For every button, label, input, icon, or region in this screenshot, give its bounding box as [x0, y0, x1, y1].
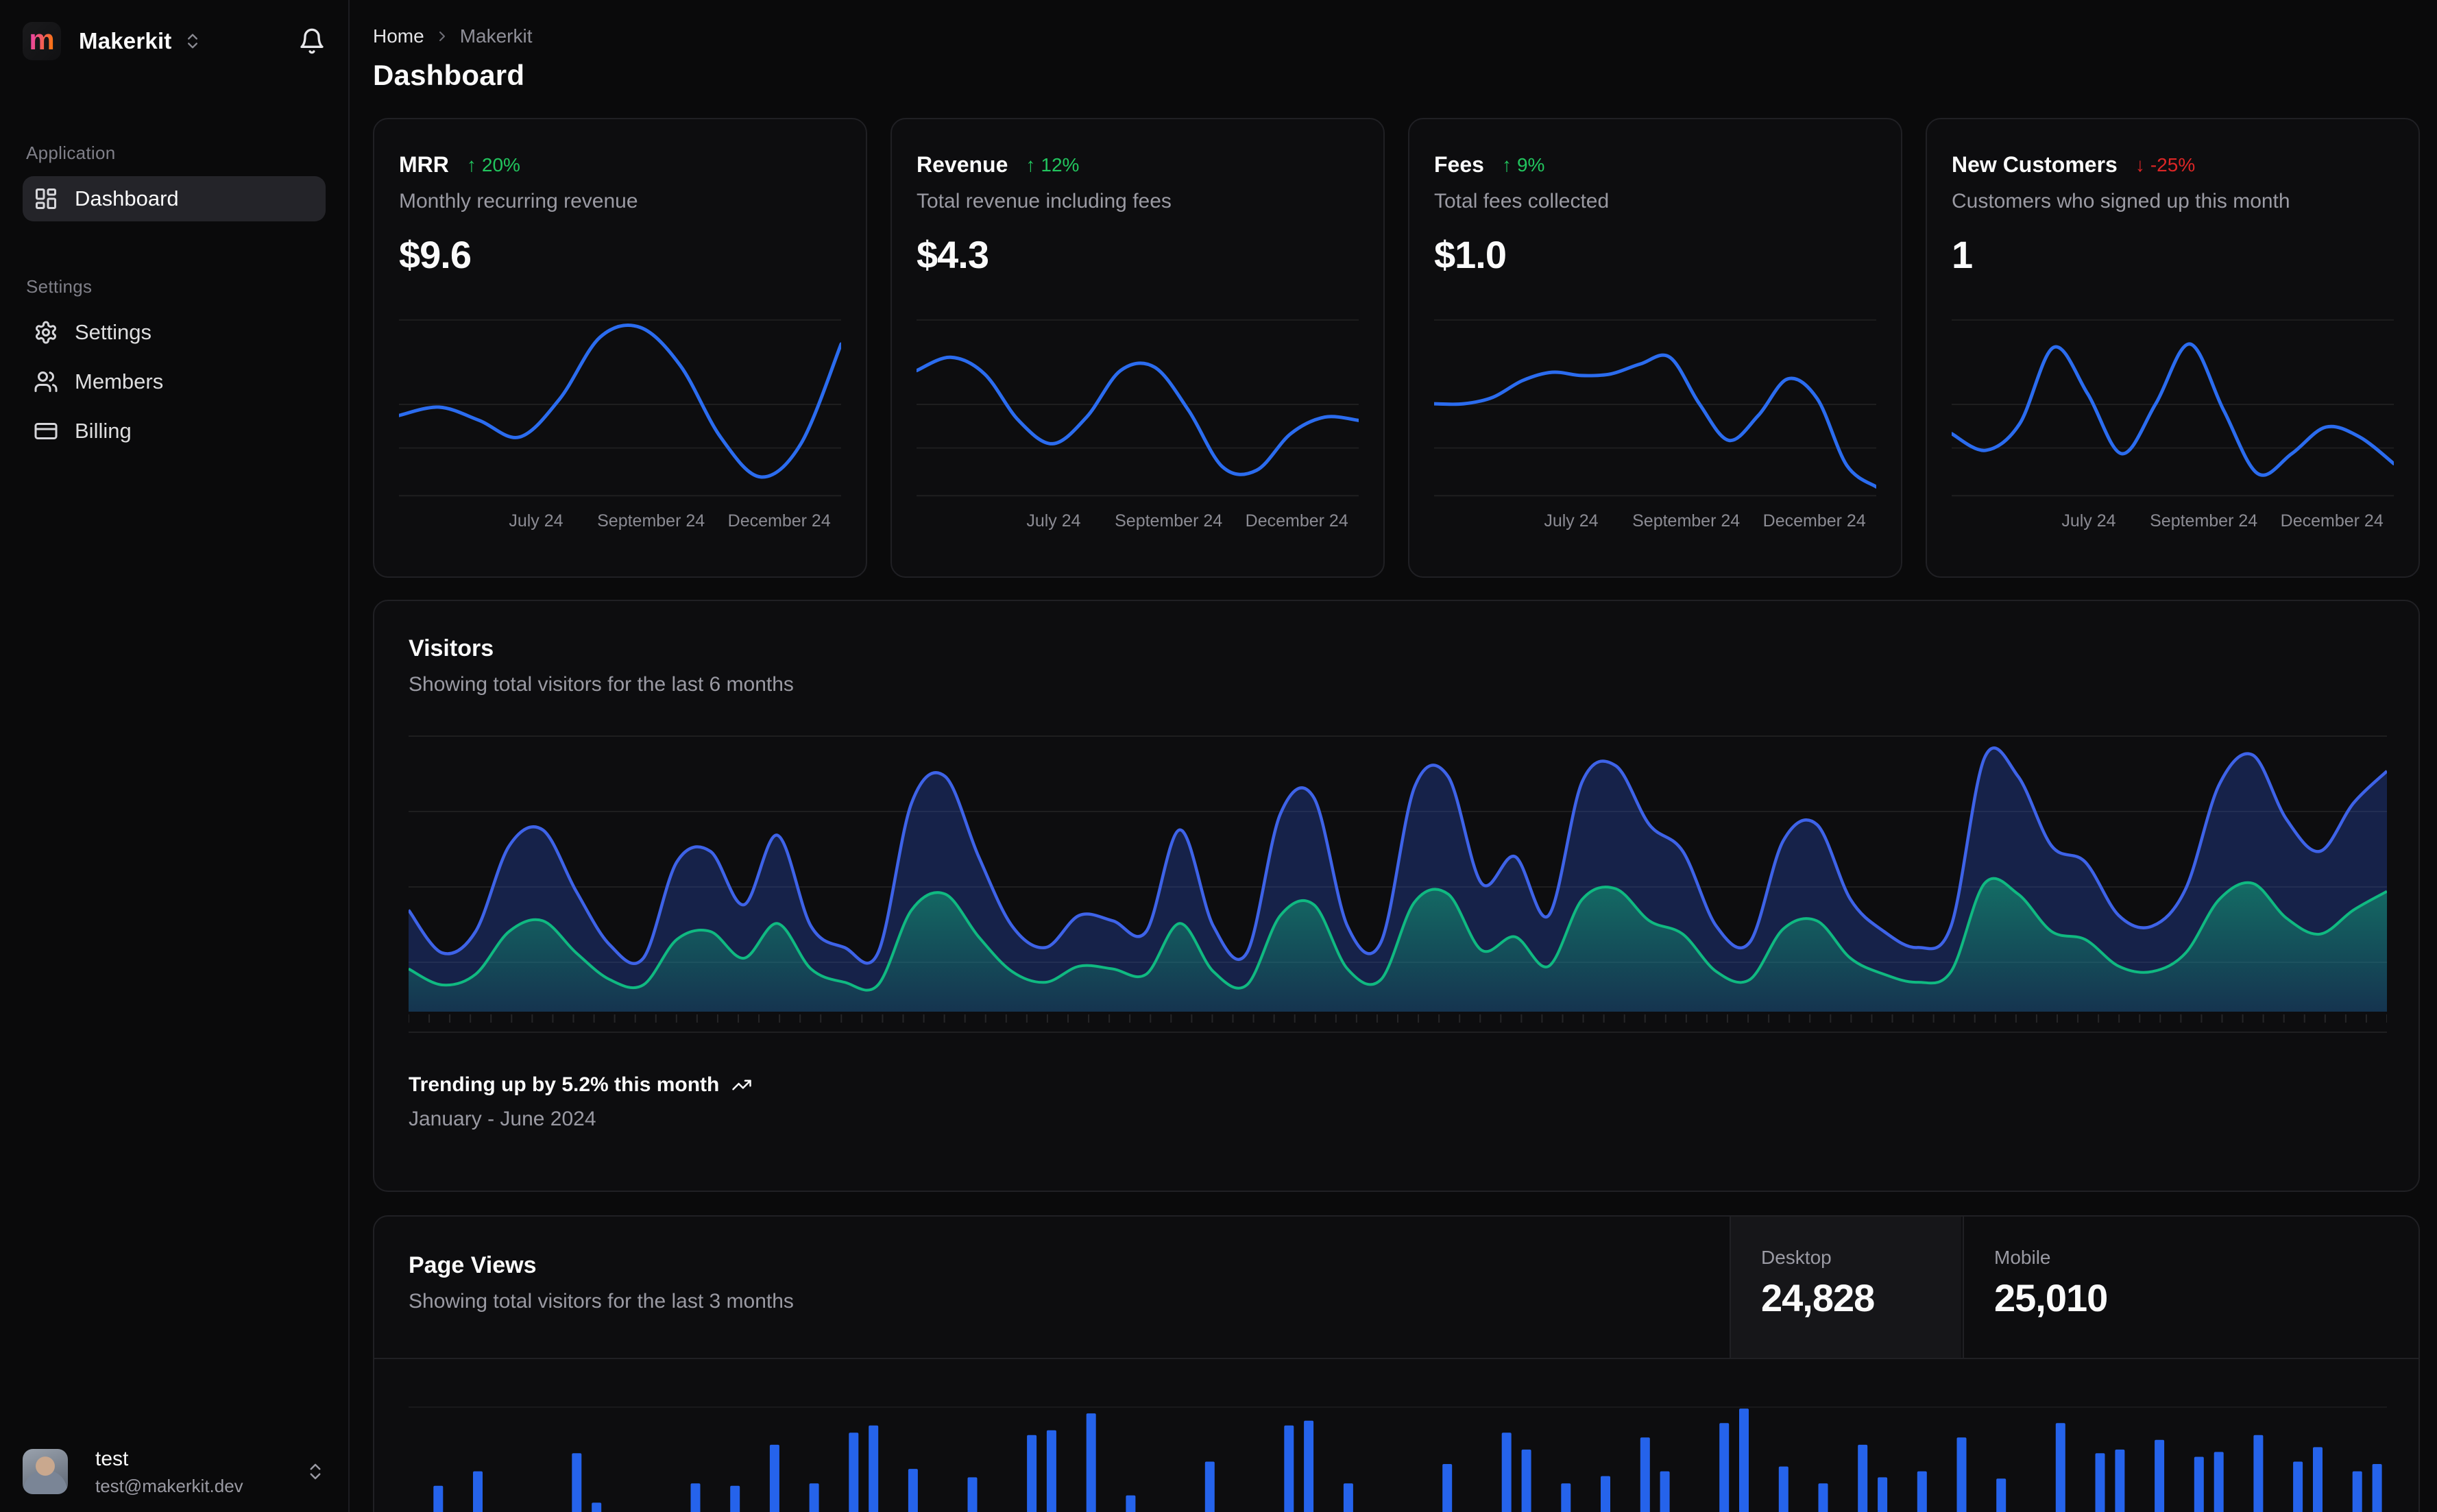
page-views-toggle-desktop[interactable]: Desktop 24,828 [1730, 1217, 1961, 1358]
breadcrumb: Home Makerkit [373, 25, 2420, 48]
x-axis-labels: July 24September 24December 24 [399, 511, 841, 536]
stat-description: Monthly recurring revenue [399, 190, 841, 213]
sidebar-item-members[interactable]: Members [23, 359, 326, 404]
breadcrumb-home-link[interactable]: Home [373, 25, 424, 47]
user-email: test@makerkit.dev [95, 1475, 243, 1498]
trend-badge: ↑12% [1026, 154, 1079, 176]
stat-value: $1.0 [1434, 232, 1876, 277]
notifications-bell-icon[interactable] [298, 27, 326, 55]
arrow-up-icon: ↑ [1026, 154, 1035, 176]
visitors-card: Visitors Showing total visitors for the … [373, 600, 2420, 1192]
stat-description: Total revenue including fees [917, 190, 1359, 213]
stat-card-new-customers: New Customers ↓-25% Customers who signed… [1926, 118, 2420, 578]
arrow-up-icon: ↑ [467, 154, 476, 176]
stat-card-revenue: Revenue ↑12% Total revenue including fee… [890, 118, 1385, 578]
toggle-value: 25,010 [1994, 1276, 2220, 1320]
page-views-bar-chart [409, 1359, 2387, 1512]
visitors-area-chart [409, 732, 2387, 1034]
stat-value: 1 [1952, 232, 2394, 277]
sidebar-item-label: Settings [75, 320, 151, 345]
page-title: Dashboard [373, 59, 2420, 92]
stat-value: $4.3 [917, 232, 1359, 277]
sidebar: m Makerkit Application Dashboard Setting… [0, 0, 350, 1512]
sidebar-section-label: Application [26, 143, 326, 164]
gear-icon [34, 320, 58, 345]
main-content: Home Makerkit Dashboard MRR ↑20% Monthly… [350, 0, 2437, 1512]
user-menu[interactable]: test test@makerkit.dev [23, 1446, 326, 1497]
credit-card-icon [34, 419, 58, 443]
chevrons-up-down-icon [183, 32, 202, 51]
sidebar-section-label: Settings [26, 276, 326, 297]
sidebar-item-dashboard[interactable]: Dashboard [23, 176, 326, 221]
visitors-trend-text: Trending up by 5.2% this month [409, 1073, 719, 1097]
stat-title: MRR [399, 152, 449, 178]
x-axis-labels: July 24September 24December 24 [917, 511, 1359, 536]
sidebar-item-label: Billing [75, 419, 132, 443]
page-views-card: Page Views Showing total visitors for th… [373, 1215, 2420, 1512]
stat-value: $9.6 [399, 232, 841, 277]
stat-card-fees: Fees ↑9% Total fees collected $1.0 July … [1408, 118, 1902, 578]
workspace-name: Makerkit [79, 28, 172, 54]
mrr-sparkline-chart [399, 318, 841, 502]
stat-description: Total fees collected [1434, 190, 1876, 213]
chevron-right-icon [434, 28, 450, 45]
app-logo: m [23, 22, 61, 60]
toggle-label: Desktop [1761, 1247, 1961, 1269]
fees-sparkline-chart [1434, 318, 1876, 502]
workspace-selector[interactable]: m Makerkit [23, 21, 326, 62]
stat-title: New Customers [1952, 152, 2118, 178]
x-axis-labels: July 24September 24December 24 [1434, 511, 1876, 536]
dashboard-icon [34, 186, 58, 211]
arrow-up-icon: ↑ [1502, 154, 1512, 176]
sidebar-section-settings: Settings Settings Members Billing [23, 276, 326, 454]
visitors-title: Visitors [409, 635, 2384, 662]
page-views-header: Page Views Showing total visitors for th… [374, 1217, 2418, 1359]
sidebar-section-application: Application Dashboard [23, 143, 326, 221]
sidebar-item-billing[interactable]: Billing [23, 409, 326, 454]
stat-title: Fees [1434, 152, 1484, 178]
trend-badge: ↑9% [1502, 154, 1544, 176]
page-views-toggle-mobile[interactable]: Mobile 25,010 [1963, 1217, 2418, 1358]
visitors-date-range: January - June 2024 [409, 1108, 2384, 1131]
user-name: test [95, 1446, 243, 1472]
trend-badge: ↑20% [467, 154, 520, 176]
arrow-down-icon: ↓ [2135, 154, 2145, 176]
x-axis-labels: July 24September 24December 24 [1952, 511, 2394, 536]
sidebar-item-label: Members [75, 369, 163, 394]
toggle-label: Mobile [1994, 1247, 2220, 1269]
stat-card-mrr: MRR ↑20% Monthly recurring revenue $9.6 … [373, 118, 867, 578]
sidebar-item-settings[interactable]: Settings [23, 310, 326, 355]
page-views-description: Showing total visitors for the last 3 mo… [409, 1290, 794, 1313]
stat-description: Customers who signed up this month [1952, 190, 2394, 213]
new-customers-sparkline-chart [1952, 318, 2394, 502]
visitors-description: Showing total visitors for the last 6 mo… [409, 673, 2384, 696]
toggle-value: 24,828 [1761, 1276, 1961, 1320]
trend-badge: ↓-25% [2135, 154, 2195, 176]
chevrons-up-down-icon [305, 1461, 326, 1482]
stat-title: Revenue [917, 152, 1008, 178]
users-icon [34, 369, 58, 394]
stat-cards-row: MRR ↑20% Monthly recurring revenue $9.6 … [373, 118, 2420, 578]
user-avatar [23, 1449, 68, 1494]
breadcrumb-current: Makerkit [460, 25, 533, 47]
revenue-sparkline-chart [917, 318, 1359, 502]
trending-up-icon [731, 1075, 752, 1095]
page-views-title: Page Views [409, 1252, 794, 1279]
sidebar-item-label: Dashboard [75, 186, 179, 211]
